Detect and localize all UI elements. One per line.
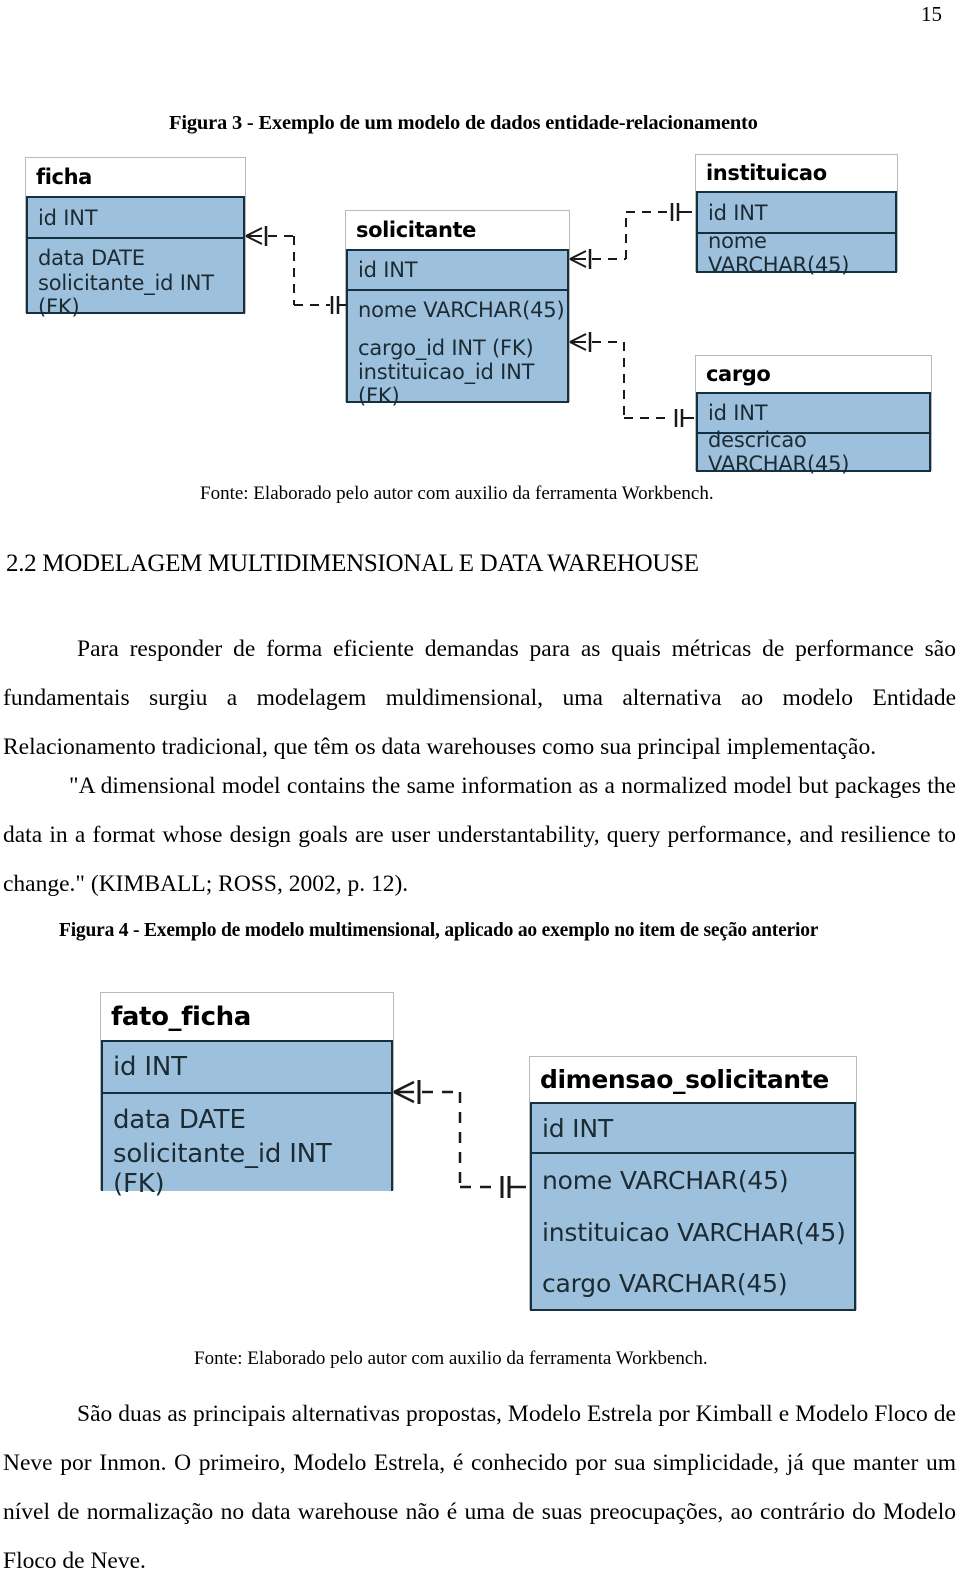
er-table-cargo-title: cargo xyxy=(696,356,931,392)
figure-4-source: Fonte: Elaborado pelo autor com auxilio … xyxy=(194,1348,708,1369)
er-table-instituicao: instituicao id INT nome VARCHAR(45) xyxy=(695,154,898,277)
er-table-cargo: cargo id INT descricao VARCHAR(45) xyxy=(695,355,932,476)
er-field-dimensao-nome: nome VARCHAR(45) xyxy=(532,1154,854,1206)
er-table-ficha-title: ficha xyxy=(26,158,245,196)
er-field-dimensao-id: id INT xyxy=(532,1104,854,1154)
er-field-solicitante-id: id INT xyxy=(348,251,567,291)
er-table-fato-ficha-body: id INT data DATE solicitante_id INT (FK) xyxy=(101,1040,393,1199)
figure-4-caption: Figura 4 - Exemplo de modelo multimensio… xyxy=(59,920,819,941)
er-table-cargo-body: id INT descricao VARCHAR(45) xyxy=(696,392,931,476)
document-page: 15 Figura 3 - Exemplo de um modelo de da… xyxy=(0,0,960,1574)
er-table-dimensao-solicitante-body: id INT nome VARCHAR(45) instituicao VARC… xyxy=(530,1102,856,1311)
er-field-solicitante-nome: nome VARCHAR(45) xyxy=(348,291,567,329)
er-field-ficha-solicitante-id: solicitante_id INT (FK) xyxy=(28,271,243,319)
section-heading-2-2: 2.2 MODELAGEM MULTIDIMENSIONAL E DATA WA… xyxy=(6,550,699,577)
er-table-dimensao-solicitante-title: dimensao_solicitante xyxy=(530,1057,856,1102)
figure-3-source: Fonte: Elaborado pelo autor com auxilio … xyxy=(200,483,714,504)
page-number: 15 xyxy=(921,2,942,26)
paragraph-kimball-quote: "A dimensional model contains the same i… xyxy=(3,773,956,897)
paragraph-estrela-floco: São duas as principais alternativas prop… xyxy=(3,1401,956,1574)
er-field-fato-ficha-solicitante-id: solicitante_id INT (FK) xyxy=(103,1139,391,1199)
figure-3-caption: Figura 3 - Exemplo de um modelo de dados… xyxy=(169,112,758,134)
er-field-solicitante-instituicao-id: instituicao_id INT (FK) xyxy=(348,360,567,408)
er-table-solicitante: solicitante id INT nome VARCHAR(45) carg… xyxy=(345,210,570,408)
er-field-dimensao-cargo: cargo VARCHAR(45) xyxy=(532,1258,854,1309)
er-table-instituicao-title: instituicao xyxy=(696,155,897,191)
er-table-ficha-body: id INT data DATE solicitante_id INT (FK) xyxy=(26,196,245,319)
er-field-instituicao-nome: nome VARCHAR(45) xyxy=(698,229,895,277)
relationship-fato-dimensao xyxy=(392,1075,536,1200)
paragraph-multidimensional-intro: Para responder de forma eficiente demand… xyxy=(3,636,956,760)
er-field-dimensao-instituicao: instituicao VARCHAR(45) xyxy=(532,1206,854,1258)
er-table-fato-ficha: fato_ficha id INT data DATE solicitante_… xyxy=(100,992,394,1199)
relationship-solicitante-cargo xyxy=(568,330,702,430)
er-table-instituicao-body: id INT nome VARCHAR(45) xyxy=(696,191,897,277)
er-field-cargo-descricao: descricao VARCHAR(45) xyxy=(698,428,929,476)
er-table-solicitante-title: solicitante xyxy=(346,211,569,249)
er-table-ficha: ficha id INT data DATE solicitante_id IN… xyxy=(25,157,246,319)
er-field-ficha-id: id INT xyxy=(28,198,243,239)
er-field-fato-ficha-id: id INT xyxy=(103,1042,391,1094)
er-table-dimensao-solicitante: dimensao_solicitante id INT nome VARCHAR… xyxy=(529,1056,857,1311)
relationship-solicitante-instituicao xyxy=(568,196,700,276)
relationship-ficha-solicitante xyxy=(244,222,354,314)
er-table-fato-ficha-title: fato_ficha xyxy=(101,993,393,1040)
er-table-solicitante-body: id INT nome VARCHAR(45) cargo_id INT (FK… xyxy=(346,249,569,408)
